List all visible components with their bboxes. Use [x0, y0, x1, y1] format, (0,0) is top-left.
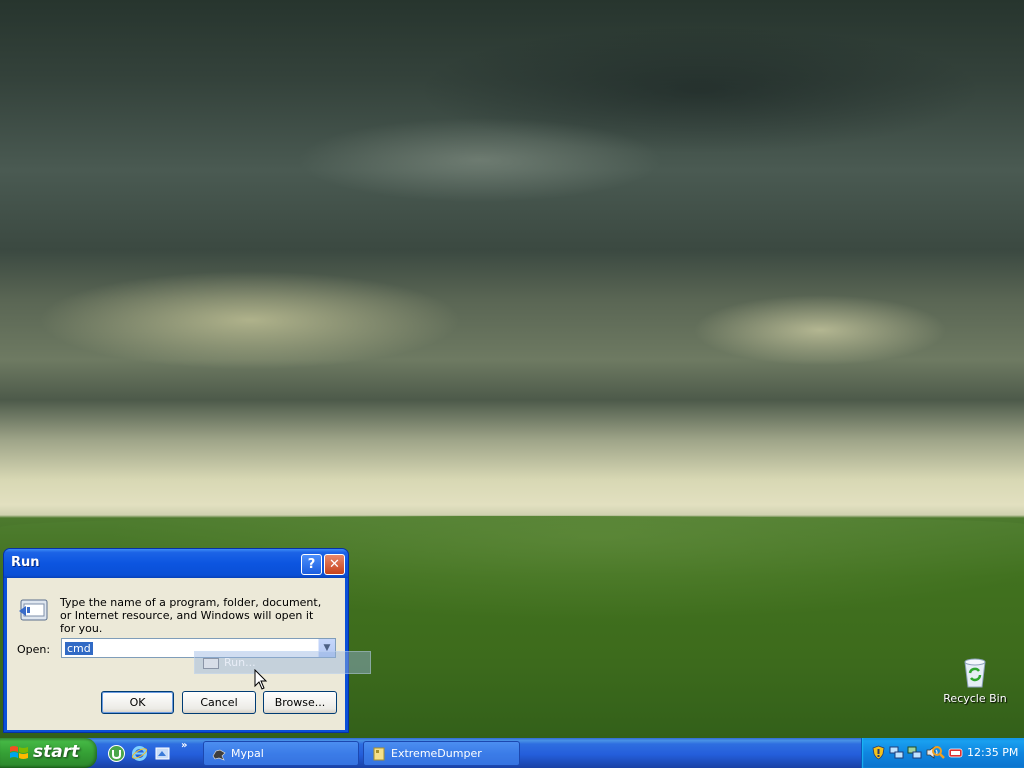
recycle-bin[interactable]: Recycle Bin [942, 656, 1008, 712]
utorrent-icon[interactable] [108, 745, 125, 762]
folder-icon [373, 747, 385, 761]
clock[interactable]: 12:35 PM [967, 746, 1018, 759]
help-button[interactable]: ? [301, 554, 322, 575]
search-icon[interactable] [931, 745, 946, 760]
browse-button[interactable]: Browse... [263, 691, 337, 714]
recycle-bin-label: Recycle Bin [943, 692, 1007, 705]
task-button-extremedumper[interactable]: ExtremeDumper [363, 741, 520, 766]
run-titlebar[interactable]: Run ? ✕ [4, 549, 348, 578]
windows-logo-icon [10, 746, 28, 759]
show-desktop-icon[interactable] [154, 745, 171, 762]
network-icon[interactable] [889, 745, 904, 760]
task-button-mypal[interactable]: Mypal [203, 741, 359, 766]
mouse-cursor-icon [254, 669, 268, 690]
close-button[interactable]: ✕ [324, 554, 345, 575]
run-dialog: Run ? ✕ Type the name of a program, fold… [3, 548, 349, 733]
quick-launch-chevron[interactable]: » [181, 740, 187, 751]
task-label-extremedumper: ExtremeDumper [391, 747, 482, 760]
mypal-icon [212, 749, 226, 761]
start-button[interactable]: start [0, 738, 97, 768]
drag-ghost-label: Run... [224, 656, 256, 669]
drag-ghost-run-item: Run... [194, 651, 371, 674]
taskbar: start » Mypal ExtremeDumper 12:35 PM [0, 738, 1024, 768]
run-item-icon [203, 658, 219, 669]
start-label: start [33, 742, 80, 762]
task-label-mypal: Mypal [231, 747, 264, 760]
shield-icon[interactable] [871, 745, 886, 760]
run-program-icon [17, 597, 49, 623]
run-description: Type the name of a program, folder, docu… [60, 596, 322, 635]
run-title: Run [11, 555, 40, 570]
cancel-button[interactable]: Cancel [182, 691, 256, 714]
ok-button[interactable]: OK [101, 691, 174, 714]
open-input-value[interactable]: cmd [65, 642, 93, 655]
system-tray: 12:35 PM [861, 738, 1024, 768]
recycle-bin-icon [960, 656, 990, 688]
open-label: Open: [17, 643, 51, 656]
internet-explorer-icon[interactable] [131, 745, 148, 762]
antivirus-icon[interactable] [948, 745, 963, 760]
network-icon[interactable] [907, 745, 922, 760]
